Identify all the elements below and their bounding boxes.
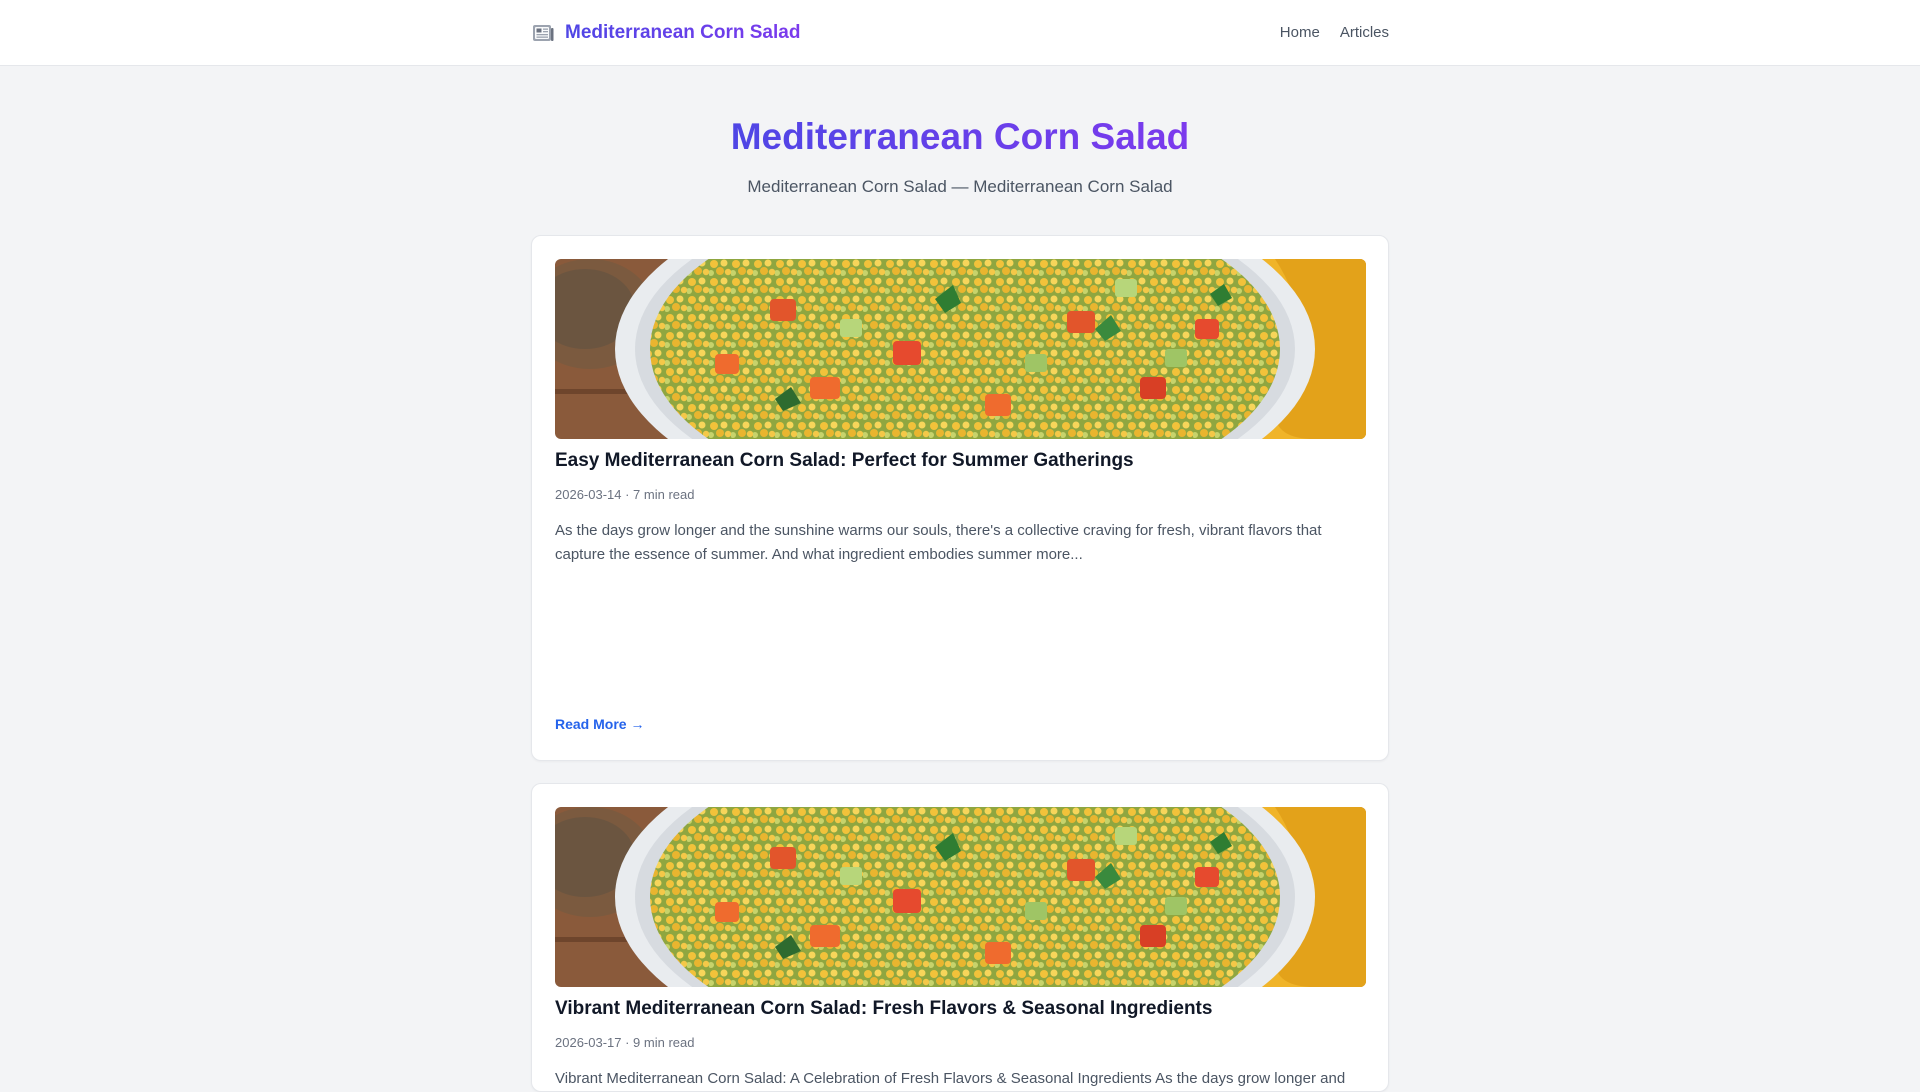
- article-card: Easy Mediterranean Corn Salad: Perfect f…: [531, 235, 1389, 761]
- article-meta: 2026-03-17 · 9 min read: [555, 1035, 695, 1050]
- article-meta: 2026-03-14 · 7 min read: [555, 487, 695, 502]
- salad-image: [555, 259, 1366, 439]
- article-excerpt: Vibrant Mediterranean Corn Salad: A Cele…: [555, 1070, 1346, 1087]
- nav-home[interactable]: Home: [1280, 24, 1320, 41]
- page-subtitle: Mediterranean Corn Salad — Mediterranean…: [747, 177, 1173, 196]
- article-card: Vibrant Mediterranean Corn Salad: Fresh …: [531, 783, 1389, 1092]
- site-header: Mediterranean Corn Salad Home Articles: [0, 0, 1920, 66]
- newspaper-icon: [531, 21, 555, 45]
- article-title[interactable]: Easy Mediterranean Corn Salad: Perfect f…: [555, 449, 1365, 473]
- page-title: Mediterranean Corn Salad: [730, 116, 1190, 157]
- article-title[interactable]: Vibrant Mediterranean Corn Salad: Fresh …: [555, 997, 1365, 1021]
- article-excerpt: As the days grow longer and the sunshine…: [555, 522, 1322, 563]
- article-thumbnail[interactable]: [555, 807, 1366, 987]
- article-thumbnail[interactable]: [555, 259, 1366, 439]
- hero: Mediterranean Corn Salad Mediterranean C…: [0, 66, 1920, 197]
- main-nav: Home Articles: [1280, 24, 1389, 41]
- brand-name: Mediterranean Corn Salad: [565, 21, 801, 43]
- header-inner: Mediterranean Corn Salad Home Articles: [531, 0, 1389, 65]
- brand-link[interactable]: Mediterranean Corn Salad: [531, 21, 800, 45]
- read-more-link[interactable]: Read More →: [555, 716, 644, 732]
- nav-articles[interactable]: Articles: [1340, 24, 1389, 41]
- article-list: Easy Mediterranean Corn Salad: Perfect f…: [531, 235, 1389, 1092]
- salad-image: [555, 807, 1366, 987]
